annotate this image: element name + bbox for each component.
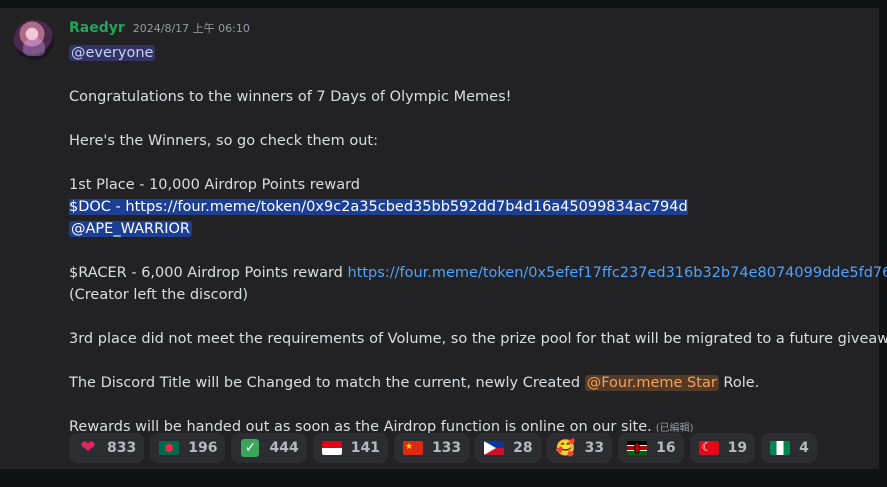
reaction-count: 833	[107, 440, 137, 456]
timestamp: 2024/8/17 上午 06:10	[132, 22, 250, 35]
reaction-smiling-hearts[interactable]: 🥰 33	[546, 433, 613, 463]
first-place-text: 1st Place - 10,000 Airdrop Points reward	[69, 177, 360, 193]
message-content: @everyone Congratulations to the winners…	[69, 42, 887, 438]
heart-icon: ❤	[80, 437, 96, 458]
reaction-count: 16	[656, 440, 676, 456]
message-header: Raedyr 2024/8/17 上午 06:10	[69, 20, 250, 40]
reaction-indonesia[interactable]: 141	[312, 433, 388, 463]
message-container: Raedyr 2024/8/17 上午 06:10 @everyone Cong…	[0, 8, 887, 469]
reaction-count: 4	[799, 440, 809, 456]
reaction-count: 133	[431, 440, 462, 456]
reaction-count: 28	[513, 440, 533, 456]
creator-left-text: (Creator left the discord)	[69, 287, 249, 303]
reaction-philippines[interactable]: 28	[475, 433, 541, 463]
mention-ape-warrior[interactable]: @APE_WARRIOR	[69, 221, 192, 237]
mention-everyone[interactable]: @everyone	[69, 45, 156, 61]
avatar[interactable]	[14, 20, 54, 60]
reaction-count: 33	[584, 440, 605, 456]
reaction-count: 444	[269, 440, 299, 456]
role-mention-four-meme-star[interactable]: @Four.meme Star	[584, 375, 719, 391]
turkey-flag-icon	[698, 441, 719, 455]
reaction-bangladesh[interactable]: 196	[150, 433, 226, 463]
username[interactable]: Raedyr	[69, 20, 125, 36]
third-place-text: 3rd place did not meet the requirements …	[69, 331, 887, 347]
reaction-kenya[interactable]: 16	[618, 433, 684, 463]
smiling-face-hearts-icon: 🥰	[555, 438, 576, 457]
winners-text: Here's the Winners, so go check them out…	[69, 133, 378, 149]
china-flag-icon	[402, 441, 423, 455]
indonesia-flag-icon	[321, 441, 342, 455]
reaction-turkey[interactable]: 19	[689, 433, 756, 463]
title-change-suffix: Role.	[718, 375, 760, 391]
title-change-text: The Discord Title will be Changed to mat…	[69, 375, 585, 391]
congrats-text: Congratulations to the winners of 7 Days…	[69, 89, 512, 105]
nigeria-flag-icon	[770, 441, 791, 455]
doc-link-text[interactable]: $DOC - https://four.meme/token/0x9c2a35c…	[69, 199, 688, 215]
reaction-bar: ❤ 833 196 ✓ 444 141 133 28 🥰 33 16 19 4	[69, 433, 817, 463]
racer-text: $RACER - 6,000 Airdrop Points reward	[69, 265, 348, 281]
kenya-flag-icon	[627, 441, 648, 455]
check-mark-icon: ✓	[241, 439, 260, 457]
reaction-count: 19	[727, 440, 748, 456]
reaction-check[interactable]: ✓ 444	[231, 433, 307, 463]
reaction-heart[interactable]: ❤ 833	[69, 433, 145, 463]
racer-link[interactable]: https://four.meme/token/0x5efef17ffc237e…	[348, 265, 887, 281]
reaction-count: 196	[188, 440, 218, 456]
reaction-china[interactable]: 133	[393, 433, 470, 463]
philippines-flag-icon	[484, 441, 505, 455]
reaction-nigeria[interactable]: 4	[761, 433, 817, 463]
reaction-count: 141	[350, 440, 380, 456]
bangladesh-flag-icon	[159, 441, 180, 455]
